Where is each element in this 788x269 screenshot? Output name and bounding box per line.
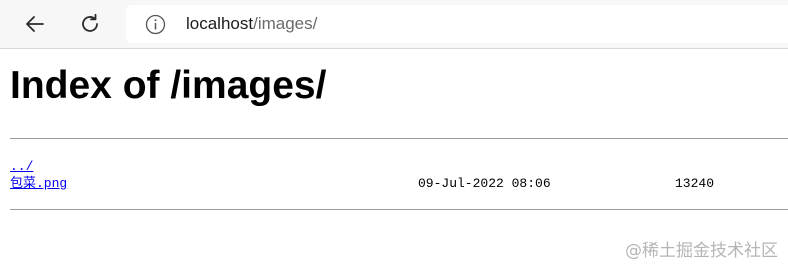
back-button[interactable] [17,6,53,42]
info-circle-icon[interactable] [145,14,166,35]
file-date: 09-Jul-2022 08:06 [418,176,551,191]
list-item: ../ [10,158,67,175]
arrow-left-icon [23,12,47,36]
page-title: Index of /images/ [10,64,327,107]
divider-bottom [10,209,788,210]
divider-top [10,138,788,139]
parent-directory-link[interactable]: ../ [10,159,33,174]
reload-button[interactable] [72,6,108,42]
url-host: localhost [186,14,254,33]
file-listing: ../ 包菜.png 09-Jul-2022 08:06 13240 [10,158,714,192]
watermark: @稀土掘金技术社区 [625,241,778,261]
reload-icon [78,12,102,36]
file-size: 13240 [675,176,715,191]
list-item: 包菜.png 09-Jul-2022 08:06 13240 [10,175,714,192]
address-bar[interactable]: localhost/images/ [126,5,788,43]
file-link[interactable]: 包菜.png [10,176,67,191]
url-path: /images/ [253,14,318,33]
url-text[interactable]: localhost/images/ [186,14,317,34]
browser-toolbar: localhost/images/ [0,0,788,49]
